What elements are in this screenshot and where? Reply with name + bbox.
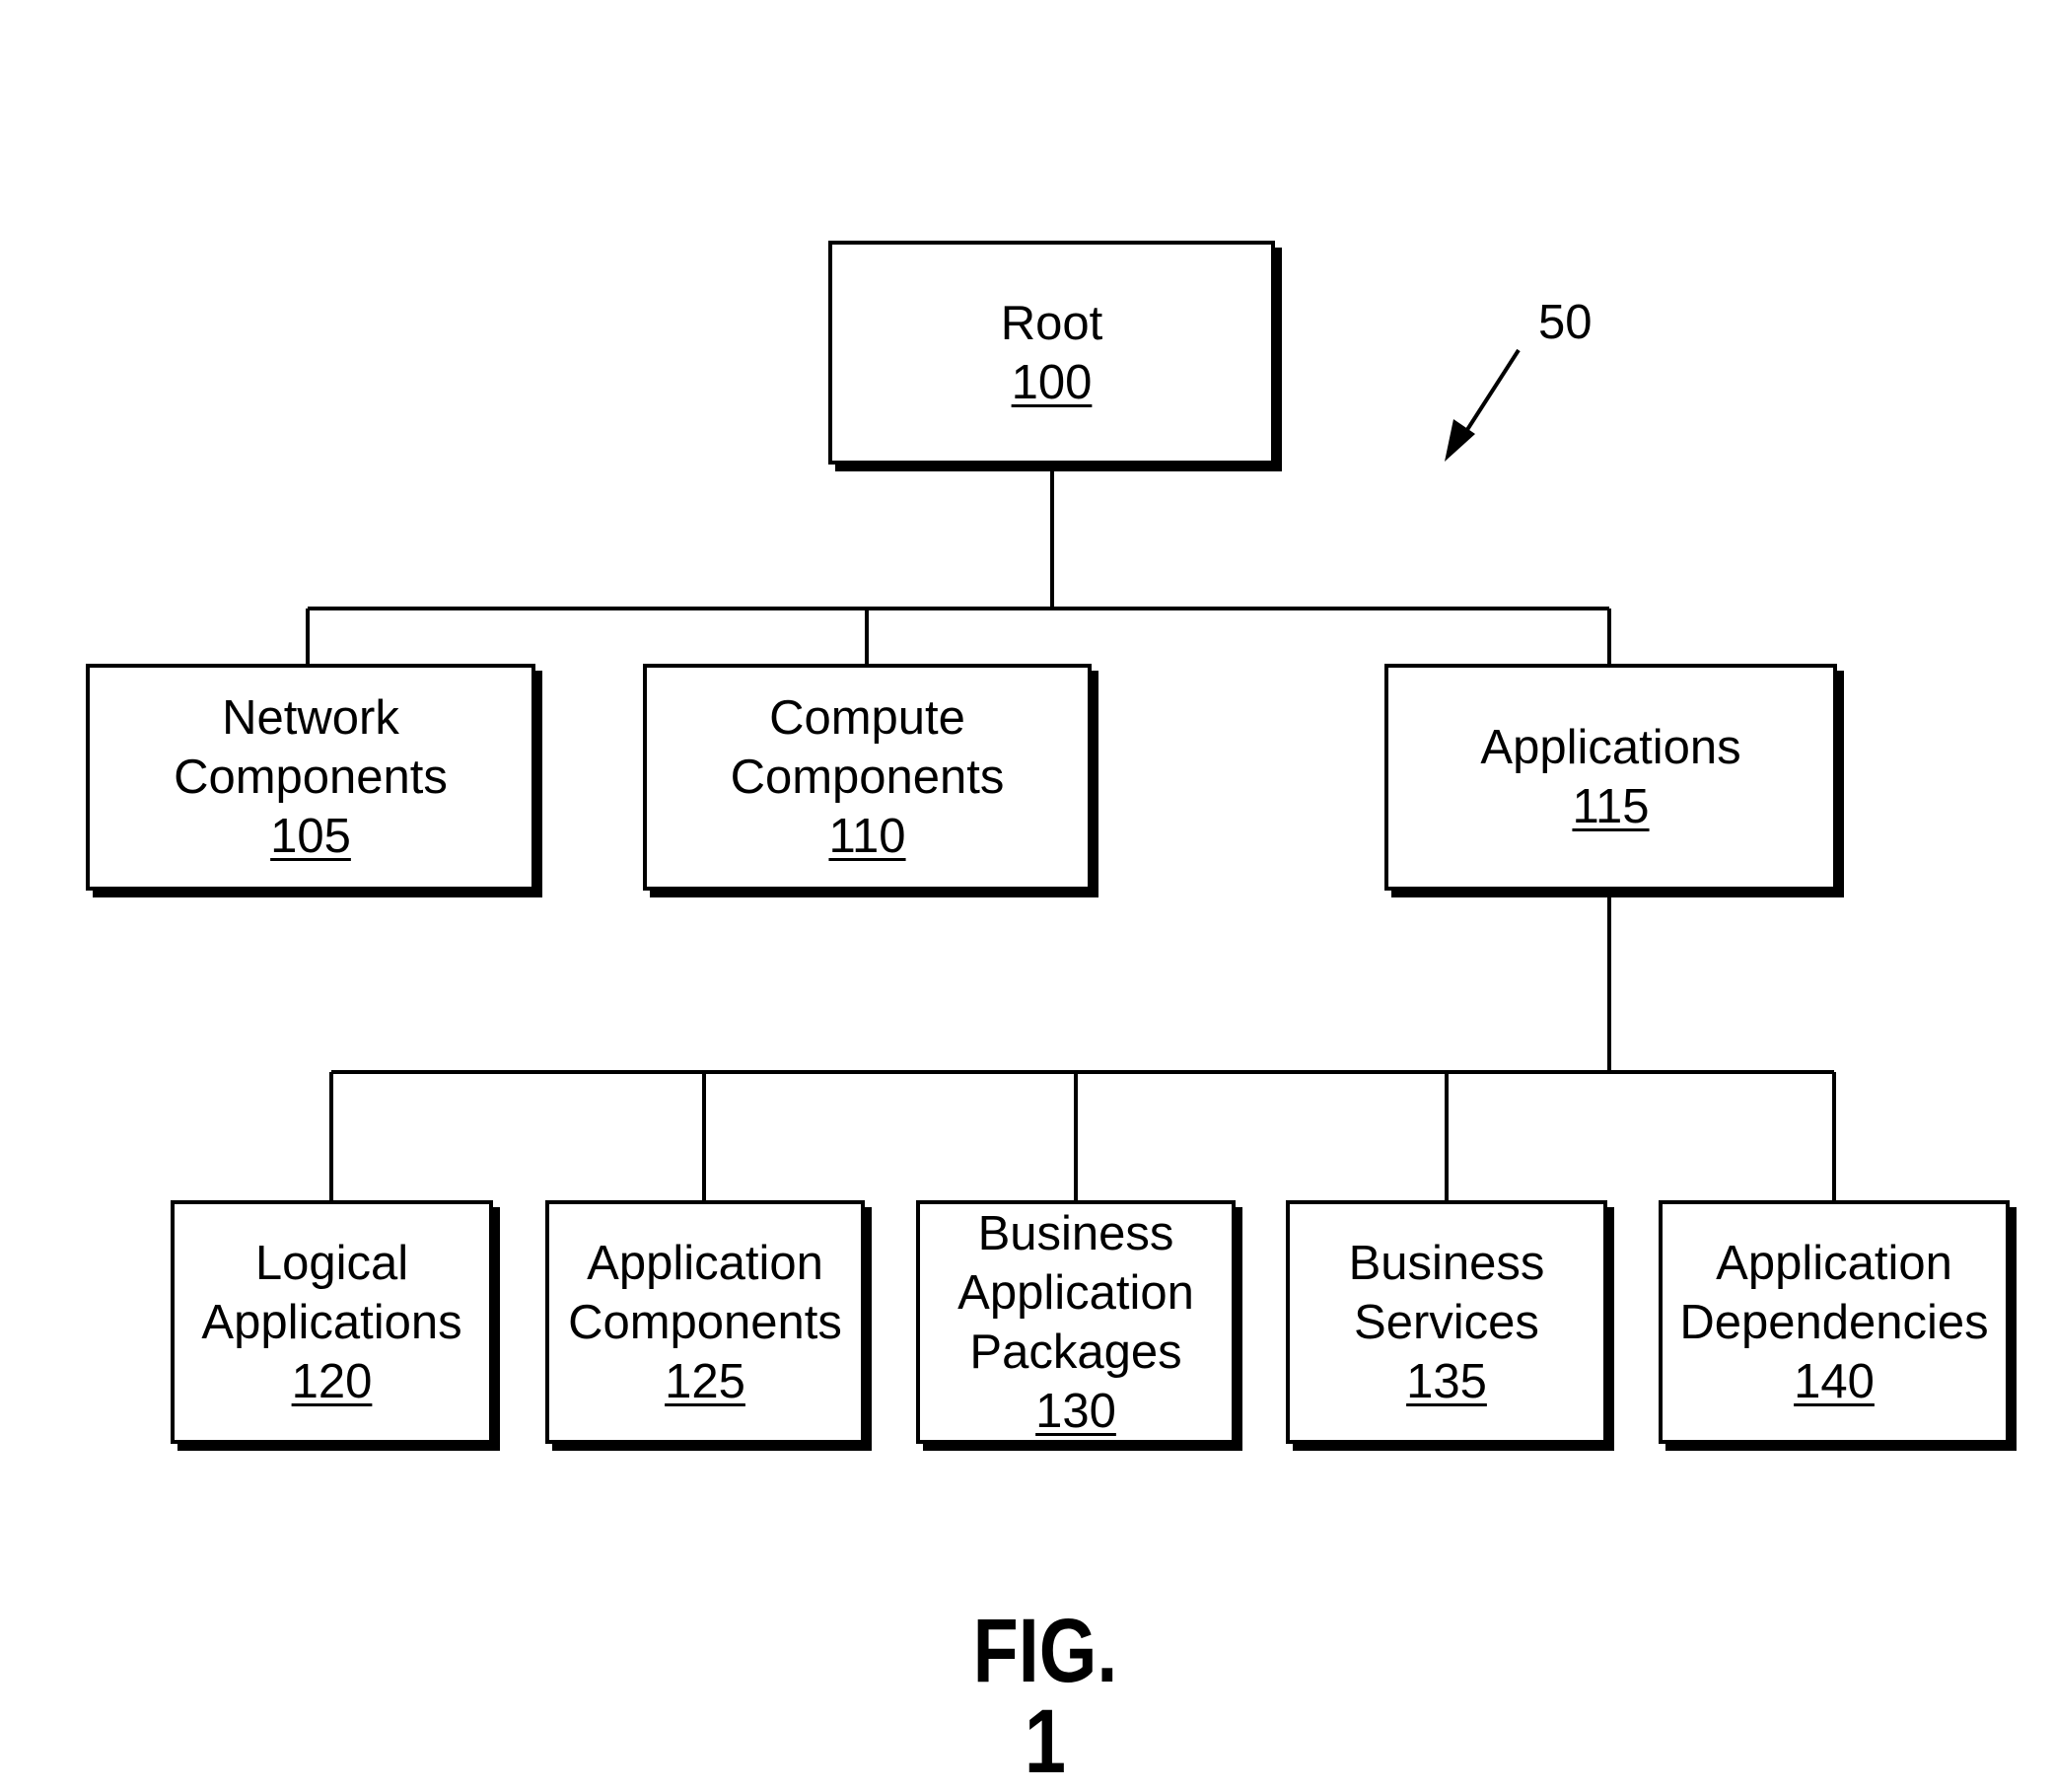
node-label-line: Components (730, 751, 1005, 804)
node-label-line: Services (1354, 1295, 1539, 1349)
node-network-components: Network Components 105 (86, 664, 535, 891)
node-reference-numeral: 125 (665, 1354, 745, 1408)
node-label-line: Components (174, 751, 448, 804)
node-label-line: Logical (254, 1236, 409, 1290)
node-reference-numeral: 140 (1794, 1354, 1875, 1408)
node-reference-numeral: 105 (270, 810, 351, 863)
node-label-line: Application (1716, 1236, 1952, 1290)
node-label-line: Business (1348, 1236, 1545, 1290)
node-business-services: Business Services 135 (1286, 1200, 1607, 1444)
node-label-line: Network (222, 691, 399, 745)
node-reference-numeral: 110 (828, 810, 906, 863)
reference-arrow-shaft (1459, 348, 1521, 441)
figure-label: FIG. 1 (972, 1601, 1118, 1792)
reference-numeral-50: 50 (1538, 296, 1593, 349)
node-label-line: Applications (1480, 721, 1741, 774)
node-root: Root 100 (828, 241, 1275, 465)
node-label-line: Application (957, 1265, 1194, 1320)
node-reference-numeral: 120 (291, 1354, 373, 1408)
node-label-line: Root (1000, 296, 1103, 350)
node-label-line: Compute (769, 691, 965, 745)
node-reference-numeral: 135 (1406, 1354, 1487, 1408)
node-reference-numeral: 100 (1011, 355, 1093, 409)
node-label-line: Packages (969, 1325, 1182, 1379)
node-application-dependencies: Application Dependencies 140 (1659, 1200, 2010, 1444)
node-reference-numeral: 115 (1572, 780, 1650, 833)
node-compute-components: Compute Components 110 (643, 664, 1092, 891)
node-label-line: Components (568, 1295, 842, 1349)
node-application-components: Application Components 125 (545, 1200, 865, 1444)
node-label-line: Dependencies (1679, 1295, 1989, 1349)
node-business-application-packages: Business Application Packages 130 (916, 1200, 1236, 1444)
node-reference-numeral: 130 (1035, 1384, 1116, 1438)
node-label-line: Application (587, 1236, 823, 1290)
node-logical-applications: Logical Applications 120 (171, 1200, 493, 1444)
node-label-line: Business (977, 1206, 1174, 1260)
node-label-line: Applications (201, 1295, 462, 1349)
node-applications: Applications 115 (1384, 664, 1837, 891)
